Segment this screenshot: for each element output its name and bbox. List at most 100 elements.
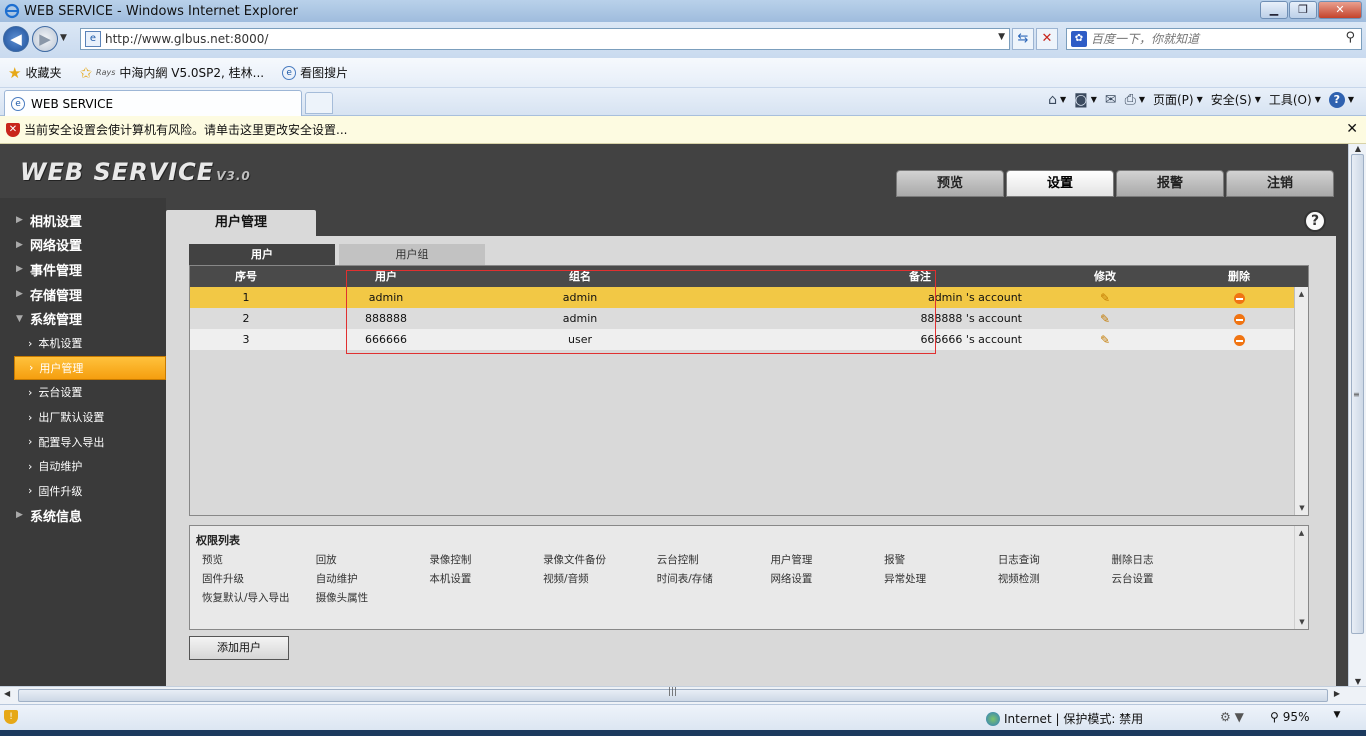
new-tab-button[interactable] <box>305 92 333 114</box>
scroll-down-icon[interactable]: ▼ <box>1295 501 1309 515</box>
scroll-left-icon[interactable]: ◀ <box>4 689 10 698</box>
help-menu[interactable]: ? ▼ <box>1328 91 1354 108</box>
scroll-up-icon[interactable]: ▲ <box>1295 526 1308 540</box>
home-button[interactable]: ⌂ ▼ <box>1048 92 1066 108</box>
close-information-bar-icon[interactable]: ✕ <box>1346 121 1358 137</box>
page-horizontal-scrollbar[interactable]: ◀ ||| ▶ <box>0 686 1366 704</box>
maximize-button[interactable]: ❐ <box>1289 1 1317 19</box>
stop-icon[interactable]: ✕ <box>1036 28 1058 50</box>
collapse-arrow-icon: ▼ <box>16 313 23 324</box>
permission-item: 删除日志 <box>1111 554 1154 566</box>
search-box[interactable]: ✿ ⚲ <box>1066 28 1362 50</box>
page-menu[interactable]: 页面(P) ▼ <box>1153 91 1203 108</box>
nav-alarm[interactable]: 报警 <box>1116 170 1224 197</box>
star-icon: ★ <box>8 63 22 82</box>
sidebar-sub-auto-maintain[interactable]: › 自动维护 <box>0 454 166 479</box>
scroll-down-icon[interactable]: ▼ <box>1349 677 1366 686</box>
delete-user-button[interactable] <box>1170 312 1308 325</box>
recent-pages-dropdown[interactable]: ▼ <box>60 33 67 43</box>
table-row[interactable]: 3 666666 user 666666 's account ✎ <box>190 329 1308 350</box>
sidebar-sub-firmware-upgrade[interactable]: › 固件升级 <box>0 479 166 504</box>
print-button[interactable]: ⎙ ▼ <box>1125 92 1145 108</box>
refresh-icon[interactable]: ⇆ <box>1012 28 1034 50</box>
sidebar-item-camera[interactable]: ▶ 相机设置 <box>0 208 166 233</box>
delete-user-button[interactable] <box>1170 291 1308 304</box>
url-text[interactable]: http://www.glbus.net:8000/ <box>105 32 268 46</box>
sidebar-sub-ptz-settings[interactable]: › 云台设置 <box>0 380 166 405</box>
sidebar-sub-config-import-export[interactable]: › 配置导入导出 <box>0 429 166 454</box>
table-row[interactable]: 1 admin admin admin 's account ✎ <box>190 287 1308 308</box>
security-zone[interactable]: Internet | 保护模式: 禁用 <box>986 710 1143 727</box>
nav-preview[interactable]: 预览 <box>896 170 1004 197</box>
information-bar-message[interactable]: 当前安全设置会使计算机有风险。请单击这里更改安全设置... <box>24 121 347 138</box>
scroll-right-icon[interactable]: ▶ <box>1334 689 1340 698</box>
delete-user-button[interactable] <box>1170 333 1308 346</box>
delete-icon <box>1233 313 1245 325</box>
sidebar-sub-local-settings[interactable]: › 本机设置 <box>0 331 166 356</box>
sidebar-item-system[interactable]: ▼ 系统管理 <box>0 306 166 331</box>
expand-arrow-icon: ▶ <box>16 215 23 226</box>
permission-item: 云台控制 <box>656 554 699 566</box>
sidebar-item-storage[interactable]: ▶ 存储管理 <box>0 282 166 307</box>
nav-logout[interactable]: 注销 <box>1226 170 1334 197</box>
baidu-search-icon: ✿ <box>1071 31 1087 47</box>
information-bar[interactable]: ✕ 当前安全设置会使计算机有风险。请单击这里更改安全设置... ✕ <box>0 116 1366 144</box>
sidebar-item-events[interactable]: ▶ 事件管理 <box>0 257 166 282</box>
tools-menu[interactable]: 工具(O) ▼ <box>1269 91 1321 108</box>
chevron-right-icon: › <box>28 336 33 350</box>
tab-web-service[interactable]: e WEB SERVICE <box>4 90 302 116</box>
address-dropdown-icon[interactable]: ▼ <box>998 32 1005 42</box>
add-user-button[interactable]: 添加用户 <box>189 636 289 660</box>
permission-item: 用户管理 <box>770 554 813 566</box>
zoom-control[interactable]: ⚲ 95% ▼ <box>1270 710 1340 724</box>
permission-scrollbar[interactable]: ▲ ▼ <box>1294 526 1308 629</box>
favorites-button[interactable]: ★ 收藏夹 <box>8 64 61 82</box>
edit-user-button[interactable]: ✎ <box>1040 312 1170 326</box>
windows-taskbar <box>0 730 1366 736</box>
tab-users[interactable]: 用户 <box>189 244 335 265</box>
nav-settings[interactable]: 设置 <box>1006 170 1114 197</box>
scroll-down-icon[interactable]: ▼ <box>1295 615 1309 629</box>
permission-item: 回放 <box>315 554 337 566</box>
page-title: 用户管理 <box>166 210 316 238</box>
favorite-link-image-search[interactable]: e 看图搜片 <box>282 64 348 81</box>
feeds-button[interactable]: ◙ ▼ <box>1074 92 1097 108</box>
sidebar-sub-user-management[interactable]: › 用户管理 <box>14 355 166 381</box>
mail-button[interactable]: ✉ <box>1105 92 1117 108</box>
top-navigation: 预览 设置 报警 注销 <box>896 170 1334 197</box>
help-icon[interactable]: ? <box>1304 210 1326 232</box>
chevron-right-icon: › <box>28 459 33 473</box>
sidebar-sub-factory-default[interactable]: › 出厂默认设置 <box>0 405 166 430</box>
sidebar-item-network[interactable]: ▶ 网络设置 <box>0 233 166 258</box>
minimize-button[interactable]: ▁ <box>1260 1 1288 19</box>
expand-arrow-icon: ▶ <box>16 239 23 250</box>
protected-mode-icon[interactable]: ⚙ ▼ <box>1220 710 1244 724</box>
scroll-up-icon[interactable]: ▲ <box>1349 144 1366 153</box>
security-shield-icon[interactable]: ! <box>4 710 18 724</box>
page-header: 用户管理 ? <box>166 198 1336 238</box>
permission-item: 异常处理 <box>884 573 927 585</box>
edit-user-button[interactable]: ✎ <box>1040 291 1170 305</box>
address-bar[interactable]: e http://www.glbus.net:8000/ ▼ <box>80 28 1010 50</box>
delete-icon <box>1233 334 1245 346</box>
close-window-button[interactable]: ✕ <box>1318 1 1362 19</box>
window-title: WEB SERVICE - Windows Internet Explorer <box>24 3 298 19</box>
permission-item: 录像文件备份 <box>543 554 607 566</box>
edit-user-button[interactable]: ✎ <box>1040 333 1170 347</box>
forward-button[interactable]: ▶ <box>32 26 58 52</box>
search-input[interactable] <box>1091 32 1321 46</box>
delete-icon <box>1233 292 1245 304</box>
back-button[interactable]: ◀ <box>3 26 29 52</box>
tab-user-groups[interactable]: 用户组 <box>339 244 485 265</box>
favorite-link-rays[interactable]: ✩ Rays 中海内網 V5.0SP2, 桂林... <box>79 64 264 82</box>
page-vertical-scrollbar[interactable]: ▲ ≡ ▼ <box>1348 144 1366 686</box>
rss-icon: ◙ <box>1074 91 1088 108</box>
table-scrollbar[interactable]: ▲ ▼ <box>1294 287 1308 515</box>
permission-item: 自动维护 <box>315 573 358 585</box>
sidebar-item-system-info[interactable]: ▶ 系统信息 <box>0 503 166 528</box>
scroll-up-icon[interactable]: ▲ <box>1295 287 1308 301</box>
permission-item: 视频检测 <box>997 573 1040 585</box>
table-row[interactable]: 2 888888 admin 888888 's account ✎ <box>190 308 1308 329</box>
search-go-icon[interactable]: ⚲ <box>1345 30 1355 45</box>
safety-menu[interactable]: 安全(S) ▼ <box>1211 91 1261 108</box>
